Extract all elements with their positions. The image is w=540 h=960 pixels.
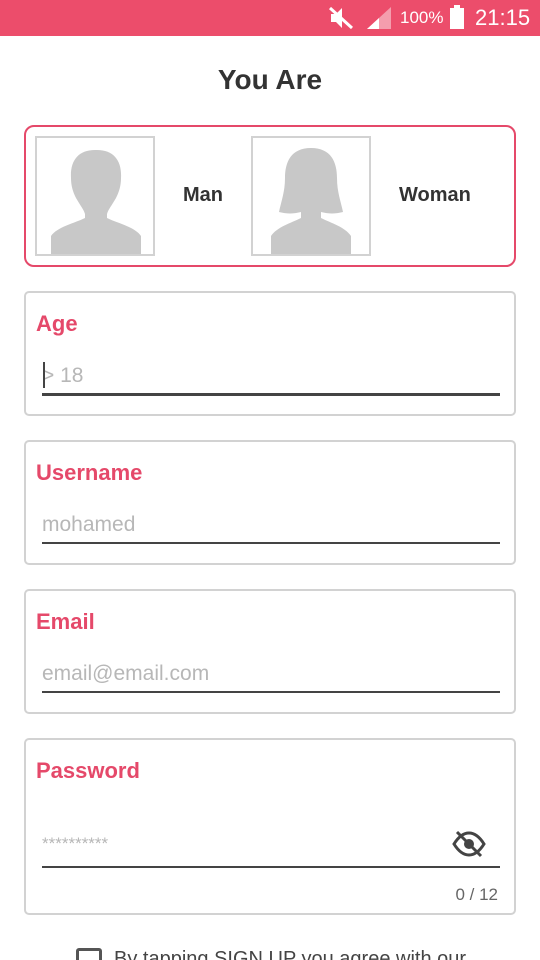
battery-icon xyxy=(450,5,464,29)
gender-label-man: Man xyxy=(183,184,223,206)
email-label: Email xyxy=(36,609,95,634)
gender-option-man[interactable]: Man xyxy=(35,136,235,258)
age-field: Age xyxy=(24,291,516,416)
password-field: Password 0 / 12 xyxy=(24,738,516,915)
terms-row: By tapping SIGN UP you agree with our xyxy=(76,948,516,960)
username-label: Username xyxy=(36,460,143,485)
signal-icon xyxy=(367,7,391,29)
username-input[interactable] xyxy=(42,505,500,545)
terms-text: By tapping SIGN UP you agree with our xyxy=(114,948,467,960)
battery-percent: 100% xyxy=(400,8,444,27)
email-underline xyxy=(42,691,500,693)
man-avatar-icon xyxy=(35,136,155,256)
status-bar: 100% 21:15 xyxy=(0,0,540,36)
gender-option-woman[interactable]: Woman xyxy=(251,136,501,258)
gender-label-woman: Woman xyxy=(399,184,471,206)
username-underline xyxy=(42,542,500,544)
text-cursor xyxy=(43,362,45,388)
age-label: Age xyxy=(36,311,78,336)
age-input[interactable] xyxy=(42,356,500,396)
password-char-counter: 0 / 12 xyxy=(455,885,498,904)
status-time: 21:15 xyxy=(475,5,531,30)
terms-checkbox[interactable] xyxy=(76,948,102,960)
email-field: Email xyxy=(24,589,516,714)
password-underline xyxy=(42,866,500,868)
age-underline xyxy=(42,393,500,396)
password-input[interactable] xyxy=(42,824,442,864)
woman-avatar-icon xyxy=(251,136,371,256)
password-label: Password xyxy=(36,758,140,783)
email-input[interactable] xyxy=(42,654,500,694)
page-title: You Are xyxy=(217,64,323,95)
username-field: Username xyxy=(24,440,516,565)
eye-off-icon[interactable] xyxy=(452,830,486,858)
mute-icon xyxy=(328,6,354,30)
gender-selector: Man Woman xyxy=(24,125,516,267)
